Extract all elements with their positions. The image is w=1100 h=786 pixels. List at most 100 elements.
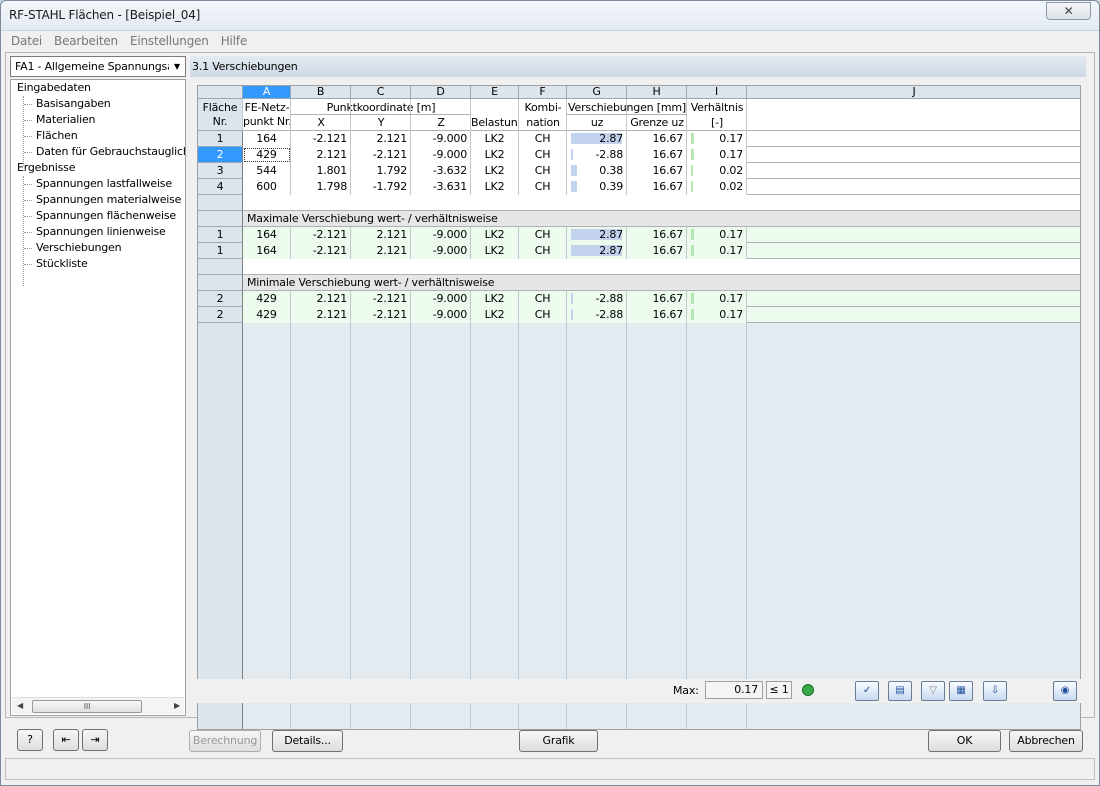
cell-z[interactable]: -9.000: [411, 291, 471, 307]
cell-z[interactable]: -3.631: [411, 179, 471, 195]
cell-y[interactable]: -1.792: [351, 179, 411, 195]
menu-einstellungen[interactable]: Einstellungen: [124, 32, 215, 48]
berechnung-button[interactable]: Berechnung: [189, 730, 261, 752]
column-letter-h[interactable]: H: [627, 86, 687, 99]
cell-vh[interactable]: 0.17: [687, 227, 747, 243]
column-letter-e[interactable]: E: [471, 86, 519, 99]
cell-x[interactable]: -2.121: [291, 227, 351, 243]
tree-group-ergebnisse[interactable]: Ergebnisse: [17, 160, 75, 176]
cell-vh[interactable]: 0.17: [687, 307, 747, 323]
cell-kom[interactable]: CH: [519, 179, 567, 195]
cell-vh[interactable]: 0.02: [687, 179, 747, 195]
color-scale-icon[interactable]: ▦: [949, 681, 973, 701]
cell-grenze[interactable]: 16.67: [627, 131, 687, 147]
cell-grenze[interactable]: 16.67: [627, 243, 687, 259]
cell-y[interactable]: -2.121: [351, 291, 411, 307]
cell-uz[interactable]: 2.87: [567, 243, 627, 259]
column-letter-c[interactable]: C: [351, 86, 411, 99]
results-table[interactable]: A B C D E F G H I J Fläche Nr. FE-Netz-punkt Nr. Punk…: [197, 85, 1081, 730]
cell-x[interactable]: -2.121: [291, 131, 351, 147]
cell-x[interactable]: 2.121: [291, 291, 351, 307]
cell-grenze[interactable]: 16.67: [627, 147, 687, 163]
cell-x[interactable]: 1.798: [291, 179, 351, 195]
details-button[interactable]: Details...: [272, 730, 343, 752]
scroll-right-icon[interactable]: ▶: [174, 701, 180, 710]
filter-icon[interactable]: ▽: [921, 681, 945, 701]
menu-datei[interactable]: Datei: [5, 32, 48, 48]
cell-fe[interactable]: 164: [243, 227, 291, 243]
menu-hilfe[interactable]: Hilfe: [215, 32, 253, 48]
row-number[interactable]: 4: [198, 179, 243, 195]
bar-display-icon[interactable]: ▤: [888, 681, 912, 701]
cell-fe[interactable]: 164: [243, 243, 291, 259]
cell-z[interactable]: -3.632: [411, 163, 471, 179]
cell-grenze[interactable]: 16.67: [627, 179, 687, 195]
tree-item-stueckliste[interactable]: Stückliste: [36, 256, 88, 272]
cell-uz[interactable]: 2.87: [567, 131, 627, 147]
cell-vh[interactable]: 0.17: [687, 147, 747, 163]
check-settings-icon[interactable]: ✓: [855, 681, 879, 701]
cell-bel[interactable]: LK2: [471, 131, 519, 147]
column-letter-d[interactable]: D: [411, 86, 471, 99]
cell-kom[interactable]: CH: [519, 131, 567, 147]
tree-item-gebrauchstauglichkeit[interactable]: Daten für Gebrauchstauglichkeit: [36, 144, 185, 160]
close-button[interactable]: ✕: [1046, 2, 1091, 20]
cell-uz[interactable]: 0.39: [567, 179, 627, 195]
cell-grenze[interactable]: 16.67: [627, 307, 687, 323]
column-letter-a[interactable]: A: [243, 86, 291, 99]
cell-x[interactable]: 1.801: [291, 163, 351, 179]
cell-z[interactable]: -9.000: [411, 147, 471, 163]
case-select[interactable]: FA1 - Allgemeine Spannungsanalyse ▼: [10, 56, 186, 77]
menu-bearbeiten[interactable]: Bearbeiten: [48, 32, 124, 48]
tree-item-spannungen-materialweise[interactable]: Spannungen materialweise: [36, 192, 181, 208]
cell-bel[interactable]: LK2: [471, 179, 519, 195]
tree-item-materialien[interactable]: Materialien: [36, 112, 95, 128]
excel-export-icon[interactable]: ⇩: [983, 681, 1007, 701]
previous-icon[interactable]: ⇤: [53, 729, 79, 751]
cell-vh[interactable]: 0.02: [687, 163, 747, 179]
cell-kom[interactable]: CH: [519, 243, 567, 259]
cell-bel[interactable]: LK2: [471, 307, 519, 323]
cell-y[interactable]: 2.121: [351, 243, 411, 259]
cell-vh[interactable]: 0.17: [687, 291, 747, 307]
cell-grenze[interactable]: 16.67: [627, 163, 687, 179]
cell-z[interactable]: -9.000: [411, 307, 471, 323]
tree-item-basisangaben[interactable]: Basisangaben: [36, 96, 111, 112]
column-letter-b[interactable]: B: [291, 86, 351, 99]
column-letter-j[interactable]: J: [747, 86, 1080, 99]
cell-bel[interactable]: LK2: [471, 147, 519, 163]
cell-fe[interactable]: 544: [243, 163, 291, 179]
cell-uz[interactable]: 0.38: [567, 163, 627, 179]
row-number[interactable]: 2: [198, 307, 243, 323]
row-number[interactable]: 2: [198, 291, 243, 307]
cell-uz[interactable]: -2.88: [567, 147, 627, 163]
cell-kom[interactable]: CH: [519, 291, 567, 307]
row-number[interactable]: 3: [198, 163, 243, 179]
cell-y[interactable]: 2.121: [351, 131, 411, 147]
column-letter-g[interactable]: G: [567, 86, 627, 99]
scroll-thumb[interactable]: III: [32, 700, 142, 713]
cell-y[interactable]: 2.121: [351, 227, 411, 243]
cell-y[interactable]: -2.121: [351, 147, 411, 163]
row-number[interactable]: 2: [198, 147, 243, 163]
cell-fe[interactable]: 429: [243, 291, 291, 307]
cell-x[interactable]: -2.121: [291, 243, 351, 259]
cell-bel[interactable]: LK2: [471, 163, 519, 179]
cell-kom[interactable]: CH: [519, 147, 567, 163]
cell-grenze[interactable]: 16.67: [627, 227, 687, 243]
cell-x[interactable]: 2.121: [291, 147, 351, 163]
row-number[interactable]: 1: [198, 227, 243, 243]
cell-fe[interactable]: 164: [243, 131, 291, 147]
tree-item-spannungen-flaechenweise[interactable]: Spannungen flächenweise: [36, 208, 176, 224]
scroll-left-icon[interactable]: ◀: [17, 701, 23, 710]
column-letter-i[interactable]: I: [687, 86, 747, 99]
cell-x[interactable]: 2.121: [291, 307, 351, 323]
tree-horizontal-scrollbar[interactable]: ◀ III ▶: [12, 697, 184, 714]
cell-uz[interactable]: 2.87: [567, 227, 627, 243]
cell-y[interactable]: -2.121: [351, 307, 411, 323]
cell-bel[interactable]: LK2: [471, 227, 519, 243]
chevron-down-icon[interactable]: ▼: [169, 57, 185, 76]
ok-button[interactable]: OK: [928, 730, 1001, 752]
cell-vh[interactable]: 0.17: [687, 131, 747, 147]
cell-z[interactable]: -9.000: [411, 243, 471, 259]
